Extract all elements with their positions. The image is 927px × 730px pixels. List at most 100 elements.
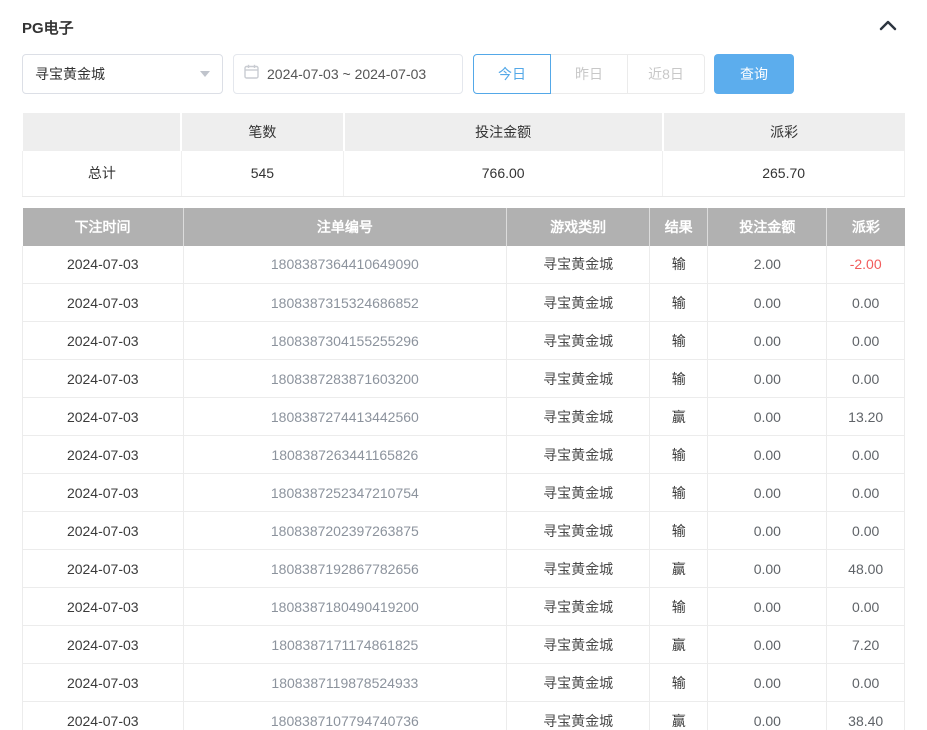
cell-bet-number: 1808387263441165826 [183, 436, 507, 474]
cell-bet-time: 2024-07-03 [23, 436, 184, 474]
table-row: 2024-07-03 1808387304155255296 寻宝黄金城 输 0… [23, 322, 905, 360]
cell-game-type: 寻宝黄金城 [507, 322, 650, 360]
cell-bet-amount: 0.00 [708, 436, 827, 474]
quick-date-button-group: 今日 昨日 近8日 [473, 54, 705, 94]
game-select-value: 寻宝黄金城 [35, 64, 105, 84]
cell-result: 输 [650, 664, 708, 702]
cell-bet-amount: 0.00 [708, 702, 827, 730]
cell-result: 输 [650, 436, 708, 474]
last-8-days-button[interactable]: 近8日 [627, 54, 705, 94]
cell-game-type: 寻宝黄金城 [507, 284, 650, 322]
cell-bet-number: 1808387304155255296 [183, 322, 507, 360]
records-header-game-type: 游戏类别 [507, 208, 650, 246]
chevron-up-icon [879, 18, 897, 36]
cell-bet-time: 2024-07-03 [23, 550, 184, 588]
cell-game-type: 寻宝黄金城 [507, 550, 650, 588]
cell-bet-amount: 0.00 [708, 398, 827, 436]
summary-total-bet-amount: 766.00 [344, 151, 663, 196]
cell-bet-time: 2024-07-03 [23, 398, 184, 436]
cell-game-type: 寻宝黄金城 [507, 246, 650, 284]
cell-bet-time: 2024-07-03 [23, 322, 184, 360]
cell-result: 输 [650, 322, 708, 360]
cell-bet-time: 2024-07-03 [23, 626, 184, 664]
cell-payout: 0.00 [827, 436, 905, 474]
cell-bet-amount: 0.00 [708, 360, 827, 398]
cell-bet-amount: 2.00 [708, 246, 827, 284]
cell-payout: -2.00 [827, 246, 905, 284]
cell-payout: 0.00 [827, 588, 905, 626]
cell-game-type: 寻宝黄金城 [507, 512, 650, 550]
cell-bet-amount: 0.00 [708, 664, 827, 702]
cell-bet-amount: 0.00 [708, 284, 827, 322]
today-button[interactable]: 今日 [473, 54, 551, 94]
table-row: 2024-07-03 1808387315324686852 寻宝黄金城 输 0… [23, 284, 905, 322]
cell-payout: 0.00 [827, 284, 905, 322]
cell-result: 输 [650, 474, 708, 512]
cell-game-type: 寻宝黄金城 [507, 588, 650, 626]
summary-table: 笔数 投注金额 派彩 总计 545 766.00 265.70 [22, 113, 905, 197]
cell-bet-number: 1808387202397263875 [183, 512, 507, 550]
cell-result: 赢 [650, 550, 708, 588]
records-table: 下注时间 注单编号 游戏类别 结果 投注金额 派彩 2024-07-03 180… [22, 208, 905, 730]
cell-payout: 0.00 [827, 474, 905, 512]
table-row: 2024-07-03 1808387263441165826 寻宝黄金城 输 0… [23, 436, 905, 474]
panel-header: PG电子 [22, 14, 905, 40]
summary-total-label: 总计 [23, 151, 182, 196]
caret-down-icon [200, 71, 210, 77]
cell-bet-amount: 0.00 [708, 474, 827, 512]
cell-game-type: 寻宝黄金城 [507, 474, 650, 512]
records-header-result: 结果 [650, 208, 708, 246]
cell-payout: 0.00 [827, 664, 905, 702]
cell-payout: 0.00 [827, 322, 905, 360]
table-row: 2024-07-03 1808387252347210754 寻宝黄金城 输 0… [23, 474, 905, 512]
cell-payout: 38.40 [827, 702, 905, 730]
cell-bet-number: 1808387274413442560 [183, 398, 507, 436]
table-row: 2024-07-03 1808387364410649090 寻宝黄金城 输 2… [23, 246, 905, 284]
records-header-bet-time: 下注时间 [23, 208, 184, 246]
cell-bet-time: 2024-07-03 [23, 664, 184, 702]
table-row: 2024-07-03 1808387171174861825 寻宝黄金城 赢 0… [23, 626, 905, 664]
table-row: 2024-07-03 1808387202397263875 寻宝黄金城 输 0… [23, 512, 905, 550]
cell-payout: 7.20 [827, 626, 905, 664]
cell-bet-amount: 0.00 [708, 626, 827, 664]
cell-bet-number: 1808387180490419200 [183, 588, 507, 626]
table-row: 2024-07-03 1808387283871603200 寻宝黄金城 输 0… [23, 360, 905, 398]
cell-payout: 0.00 [827, 360, 905, 398]
cell-game-type: 寻宝黄金城 [507, 626, 650, 664]
cell-game-type: 寻宝黄金城 [507, 360, 650, 398]
cell-bet-number: 1808387192867782656 [183, 550, 507, 588]
pg-panel: PG电子 寻宝黄金城 2024-07-03 ~ 2024-07-03 今日 昨日… [0, 0, 927, 730]
cell-bet-number: 1808387315324686852 [183, 284, 507, 322]
cell-payout: 13.20 [827, 398, 905, 436]
records-header-row: 下注时间 注单编号 游戏类别 结果 投注金额 派彩 [23, 208, 905, 246]
table-row: 2024-07-03 1808387119878524933 寻宝黄金城 输 0… [23, 664, 905, 702]
cell-bet-amount: 0.00 [708, 588, 827, 626]
game-select[interactable]: 寻宝黄金城 [22, 54, 223, 94]
cell-game-type: 寻宝黄金城 [507, 664, 650, 702]
cell-result: 输 [650, 512, 708, 550]
cell-bet-number: 1808387119878524933 [183, 664, 507, 702]
cell-result: 赢 [650, 398, 708, 436]
date-range-picker[interactable]: 2024-07-03 ~ 2024-07-03 [233, 54, 463, 94]
cell-result: 赢 [650, 626, 708, 664]
cell-payout: 48.00 [827, 550, 905, 588]
calendar-icon [244, 64, 259, 84]
table-row: 2024-07-03 1808387192867782656 寻宝黄金城 赢 0… [23, 550, 905, 588]
records-header-payout: 派彩 [827, 208, 905, 246]
cell-bet-time: 2024-07-03 [23, 360, 184, 398]
yesterday-button[interactable]: 昨日 [550, 54, 628, 94]
cell-bet-number: 1808387171174861825 [183, 626, 507, 664]
cell-bet-number: 1808387283871603200 [183, 360, 507, 398]
collapse-button[interactable] [877, 16, 899, 38]
cell-bet-number: 1808387364410649090 [183, 246, 507, 284]
cell-game-type: 寻宝黄金城 [507, 702, 650, 730]
cell-result: 输 [650, 360, 708, 398]
table-row: 2024-07-03 1808387107794740736 寻宝黄金城 赢 0… [23, 702, 905, 730]
table-row: 2024-07-03 1808387180490419200 寻宝黄金城 输 0… [23, 588, 905, 626]
summary-total-row: 总计 545 766.00 265.70 [23, 151, 905, 196]
cell-bet-time: 2024-07-03 [23, 588, 184, 626]
search-button[interactable]: 查询 [714, 54, 794, 94]
panel-title: PG电子 [22, 17, 74, 38]
cell-bet-time: 2024-07-03 [23, 512, 184, 550]
records-header-bet-number: 注单编号 [183, 208, 507, 246]
